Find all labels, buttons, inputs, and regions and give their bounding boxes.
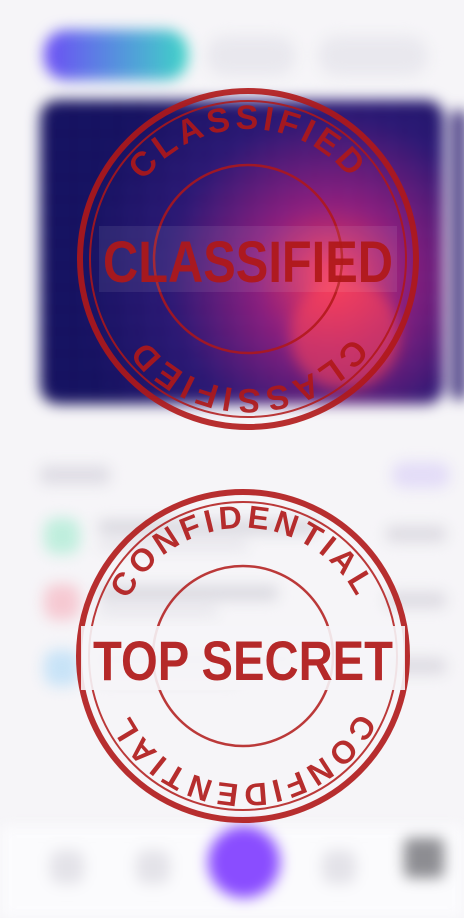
chart-icon[interactable] (136, 850, 170, 884)
section-title (40, 466, 110, 484)
classified-stamp: CLASSIFIED CLASSIFIED CLASSIFIED (77, 88, 419, 430)
tab-active[interactable] (44, 30, 188, 80)
stamp-ring-bottom-text: CLASSIFIED (121, 332, 375, 420)
stamp-ring-top-text: CONFIDENTIAL (103, 498, 380, 603)
profile-icon[interactable] (404, 838, 444, 878)
stamp-ring-bottom-text: CONFIDENTIAL (103, 709, 384, 814)
see-all-button[interactable] (392, 462, 450, 488)
svg-text:CLASSIFIED: CLASSIFIED (121, 332, 375, 420)
add-icon[interactable] (208, 826, 280, 898)
next-card-peek[interactable] (452, 110, 464, 400)
top-secret-stamp: CONFIDENTIAL CONFIDENTIAL TOP SECRET (76, 489, 410, 823)
wallet-icon[interactable] (322, 850, 356, 884)
stamp-center-text: CLASSIFIED (103, 230, 393, 295)
stamp-center-text: TOP SECRET (93, 629, 393, 692)
svg-text:CONFIDENTIAL: CONFIDENTIAL (103, 498, 384, 603)
stamp-ring-top-text: CLASSIFIED (121, 99, 371, 187)
svg-text:CONFIDENTIAL: CONFIDENTIAL (103, 709, 384, 814)
tab-3[interactable] (318, 36, 428, 76)
svg-text:CLASSIFIED: CLASSIFIED (121, 99, 375, 187)
home-icon[interactable] (50, 850, 84, 884)
tab-2[interactable] (206, 36, 296, 76)
